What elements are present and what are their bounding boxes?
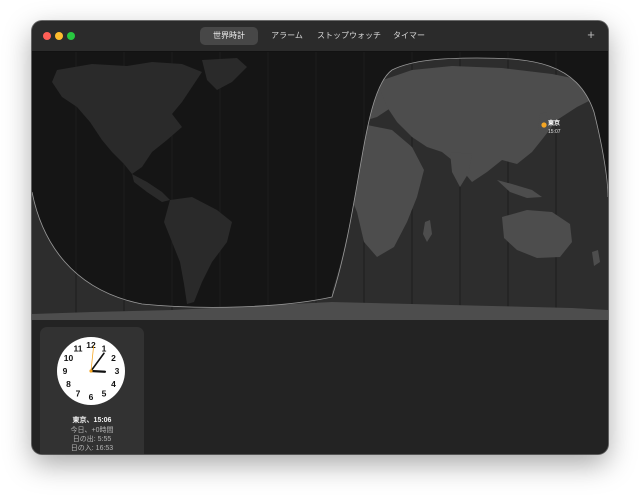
clock-numeral: 4: [111, 379, 116, 389]
clock-numeral: 2: [111, 353, 116, 363]
clock-numeral: 6: [89, 392, 94, 402]
tab-world-clock[interactable]: 世界時計: [200, 27, 258, 45]
tab-stopwatch[interactable]: ストップウォッチ: [316, 27, 382, 45]
city-time-label: 東京、15:06: [72, 417, 112, 424]
city-clock-card[interactable]: 12 1 2 3 4 5 6 7 8 9 10 11 東京、15:06 今日、+0時間 日の出: 5:…: [40, 327, 144, 454]
clock-numeral: 9: [63, 366, 68, 376]
clock-numeral: 1: [102, 343, 107, 353]
close-window-button[interactable]: [43, 32, 51, 40]
clock-numeral: 12: [86, 340, 96, 350]
add-city-button[interactable]: +: [584, 27, 598, 43]
clock-center: [89, 369, 93, 373]
plus-icon: +: [587, 27, 595, 42]
clock-numeral: 3: [115, 366, 120, 376]
hour-hand: [89, 369, 107, 373]
tab-alarm[interactable]: アラーム: [258, 27, 316, 45]
tab-bar: 世界時計 アラーム ストップウォッチ タイマー: [198, 26, 438, 46]
city-pin-name: 東京: [548, 121, 561, 127]
zoom-window-button[interactable]: [67, 32, 75, 40]
tab-timer[interactable]: タイマー: [382, 27, 436, 45]
clock-numeral: 11: [74, 343, 83, 353]
analog-clock: 12 12 3 45678 9 1011: [57, 337, 125, 405]
clock-list: 12 1 2 3 4 5 6 7 8 9 10 11 東京、15:06 今日、+0時間 日の出: 5:…: [32, 320, 608, 454]
clock-numeral: 7: [76, 389, 81, 399]
world-map: 東京 15:07: [32, 52, 608, 320]
clock-numeral: 8: [66, 379, 71, 389]
clock-app-window: 世界時計 アラーム ストップウォッチ タイマー + 東京 15:07 12 1 …: [32, 21, 608, 454]
clock-numeral: 10: [64, 353, 74, 363]
world-map-graphic: [32, 52, 608, 320]
city-pin[interactable]: [541, 122, 547, 128]
clock-numeral: 5: [102, 389, 107, 399]
title-bar: 世界時計 アラーム ストップウォッチ タイマー +: [32, 21, 608, 52]
city-pin-time: 15:07: [548, 129, 561, 135]
sunset-label: 日の入: 16:53: [70, 445, 114, 452]
minimize-window-button[interactable]: [55, 32, 63, 40]
